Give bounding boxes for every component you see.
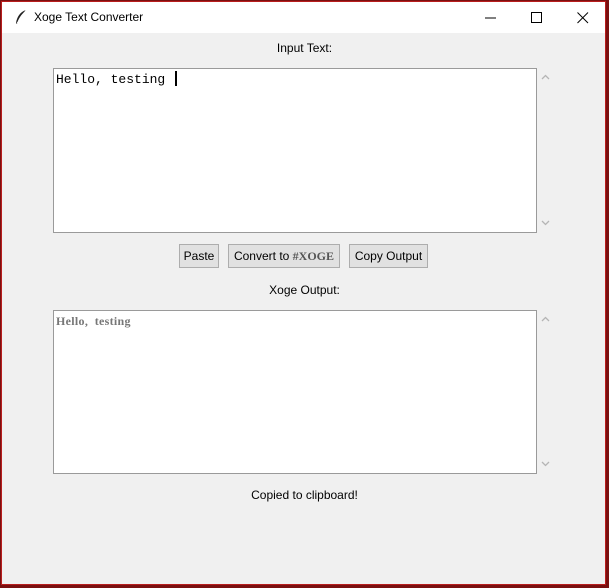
convert-label: Convert to xyxy=(233,249,293,263)
window-title: Xoge Text Converter xyxy=(34,10,144,24)
output-text-value: Hello, testing xyxy=(56,314,131,328)
maximize-button[interactable] xyxy=(514,2,560,33)
input-label: Input Text: xyxy=(276,41,333,55)
scroll-down-icon xyxy=(541,220,550,226)
output-scrollbar[interactable] xyxy=(538,310,553,474)
paste-button[interactable]: Paste xyxy=(179,244,219,268)
input-textbox[interactable]: Hello, testing xyxy=(53,68,537,233)
output-label: Xoge Output: xyxy=(269,283,340,297)
copy-output-button[interactable]: Copy Output xyxy=(349,244,428,268)
scroll-up-icon xyxy=(541,316,550,322)
minimize-button[interactable] xyxy=(468,2,514,33)
feather-icon xyxy=(14,9,28,25)
minimize-icon xyxy=(485,17,496,19)
scroll-down-icon xyxy=(541,461,550,467)
app-window: Xoge Text Converter Input Text: Hello, t… xyxy=(1,1,606,585)
maximize-icon xyxy=(531,12,542,23)
xoge-mark: #XOGE xyxy=(292,249,335,263)
input-scrollbar[interactable] xyxy=(538,68,553,233)
input-text-value: Hello, testing xyxy=(56,71,178,87)
close-button[interactable] xyxy=(560,2,605,33)
convert-button[interactable]: Convert to #XOGE xyxy=(228,244,340,268)
text-caret xyxy=(175,71,178,86)
output-textbox[interactable]: Hello, testing xyxy=(53,310,537,474)
title-bar[interactable]: Xoge Text Converter xyxy=(2,2,605,33)
status-message: Copied to clipboard! xyxy=(251,488,358,502)
close-icon xyxy=(577,12,589,24)
scroll-up-icon xyxy=(541,74,550,80)
